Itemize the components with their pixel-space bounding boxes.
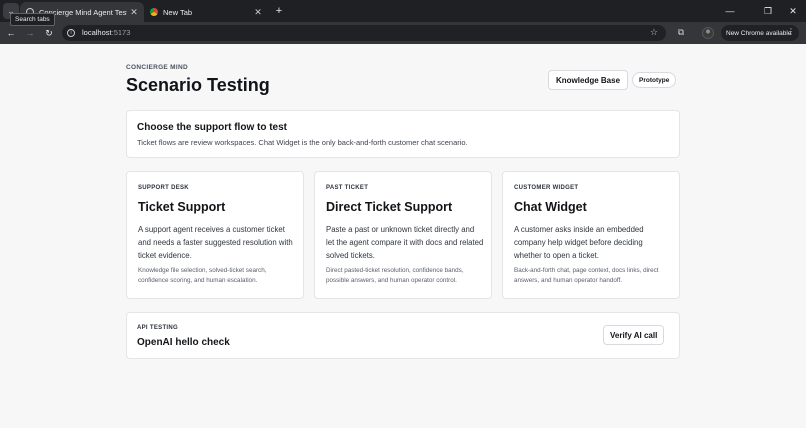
arrow-left-icon[interactable]: ← (4, 26, 18, 40)
tab-title: New Tab (163, 7, 193, 17)
kebab-icon[interactable]: ⋮ (787, 27, 795, 36)
page-title: Scenario Testing (126, 75, 270, 95)
url-text: localhost:5173 (82, 28, 131, 37)
flow-tag: CUSTOMER WIDGET (514, 185, 579, 191)
flow-tag: SUPPORT DESK (138, 185, 189, 191)
close-window-icon[interactable]: ✕ (780, 4, 806, 18)
update-button[interactable]: New Chrome available ⋮ (721, 25, 799, 41)
minimize-icon[interactable]: — (717, 4, 743, 18)
reload-icon[interactable]: ↻ (42, 26, 56, 40)
intro-card: Choose the support flow to test Ticket f… (126, 110, 680, 158)
close-icon[interactable]: ✕ (251, 7, 265, 18)
api-title: OpenAI hello check (137, 337, 230, 348)
browser-tab-new[interactable]: New Tab ✕ (146, 2, 268, 22)
flow-title: Direct Ticket Support (326, 200, 453, 214)
api-testing-card: API TESTING OpenAI hello check Verify AI… (126, 312, 680, 359)
browser-tab-strip: ⌄ Concierge Mind Agent Test ✕ New Tab ✕ … (0, 0, 806, 22)
address-bar[interactable]: i localhost:5173 ☆ (62, 25, 666, 41)
flow-description: A customer asks inside an embedded compa… (514, 225, 644, 260)
flow-note: Knowledge file selection, solved-ticket … (138, 267, 267, 284)
flow-title: Ticket Support (138, 200, 226, 214)
close-icon[interactable]: ✕ (127, 7, 141, 18)
prototype-badge: Prototype (632, 72, 677, 88)
knowledge-base-button[interactable]: Knowledge Base (548, 70, 629, 90)
avatar[interactable] (702, 27, 714, 39)
verify-ai-call-button[interactable]: Verify AI call (603, 325, 665, 345)
flow-card-ticket-support[interactable]: SUPPORT DESK Ticket Support A support ag… (126, 171, 304, 299)
flow-tag: PAST TICKET (326, 185, 369, 191)
update-label: New Chrome available (726, 29, 792, 37)
intro-description: Ticket flows are review workspaces. Chat… (137, 138, 468, 147)
puzzle-icon[interactable]: ⧉ (675, 26, 687, 38)
flow-card-direct-ticket-support[interactable]: PAST TICKET Direct Ticket Support Paste … (314, 171, 492, 299)
flow-note: Direct pasted-ticket resolution, confide… (326, 267, 464, 284)
plus-icon[interactable]: + (272, 4, 286, 18)
page-eyebrow: CONCIERGE MIND (126, 64, 188, 71)
tooltip: Search tabs (10, 13, 55, 26)
arrow-right-icon[interactable]: → (23, 26, 37, 40)
header-actions: Knowledge Base Prototype (548, 70, 677, 90)
flow-title: Chat Widget (514, 200, 587, 214)
flow-description: Paste a past or unknown ticket directly … (326, 225, 484, 260)
flow-note: Back-and-forth chat, page context, docs … (514, 267, 659, 284)
page: CONCIERGE MIND Scenario Testing Knowledg… (0, 44, 806, 428)
info-icon[interactable]: i (67, 29, 75, 37)
intro-title: Choose the support flow to test (137, 122, 287, 133)
chrome-icon (150, 8, 158, 16)
restore-icon[interactable]: ❐ (755, 4, 781, 18)
api-tag: API TESTING (137, 325, 178, 331)
flow-card-chat-widget[interactable]: CUSTOMER WIDGET Chat Widget A customer a… (502, 171, 680, 299)
star-icon[interactable]: ☆ (650, 27, 658, 38)
flow-description: A support agent receives a customer tick… (138, 225, 293, 260)
